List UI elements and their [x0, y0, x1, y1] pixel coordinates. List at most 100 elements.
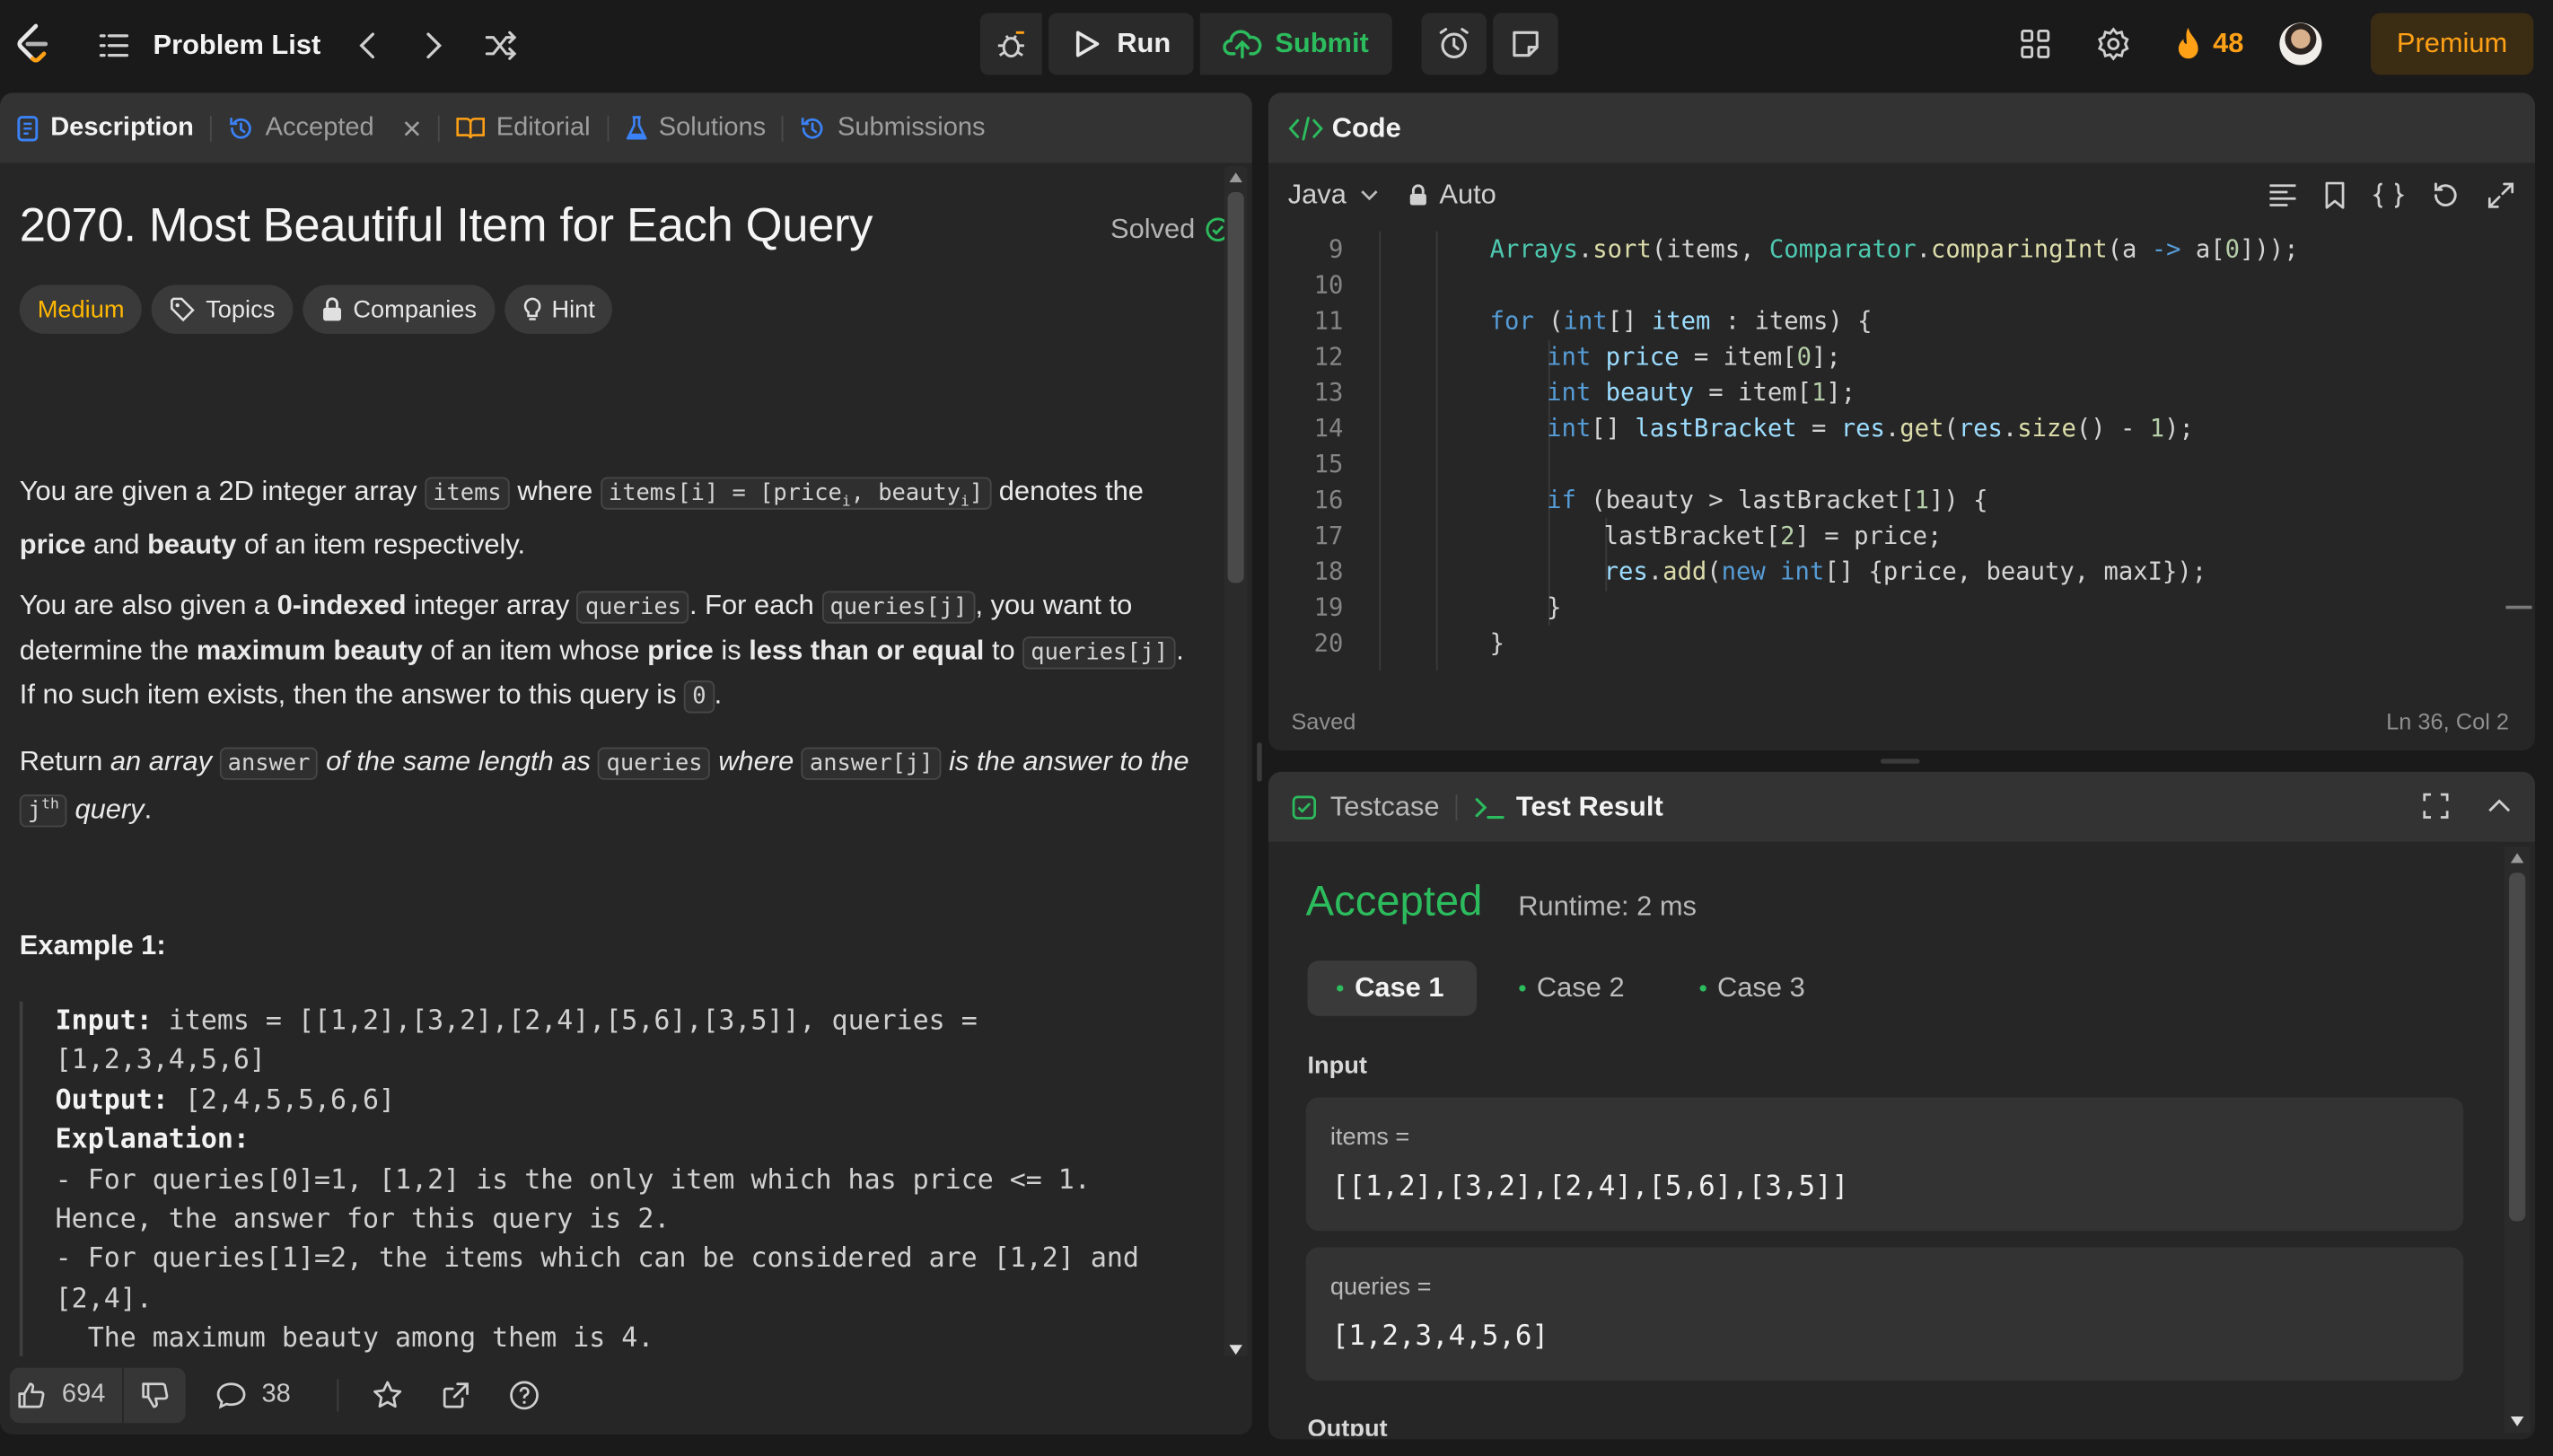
- case-tab-label: Case 2: [1536, 971, 1625, 1004]
- pass-dot: [1337, 985, 1344, 992]
- difficulty-badge: Medium: [19, 285, 143, 334]
- reset-icon[interactable]: [2431, 180, 2461, 210]
- description-tabbar: Description Accepted Editorial Solutions: [0, 92, 1252, 163]
- verdict-row: Accepted Runtime: 2 ms: [1306, 876, 1697, 926]
- dislike-button[interactable]: [123, 1381, 185, 1410]
- code-line: lastBracket[2] = price;: [1603, 521, 1943, 551]
- layout-grid-icon[interactable]: [2019, 28, 2051, 60]
- items-label: items =: [1329, 1123, 1410, 1152]
- expand-icon[interactable]: [2487, 180, 2516, 210]
- submit-button[interactable]: Submit: [1199, 13, 1392, 75]
- result-panel-actions: [2421, 792, 2513, 821]
- language-select[interactable]: Java: [1288, 180, 1379, 212]
- like-button[interactable]: 694: [10, 1381, 122, 1410]
- document-icon: [17, 115, 39, 141]
- timer-button[interactable]: [1420, 13, 1487, 75]
- comments-button[interactable]: 38: [215, 1381, 291, 1410]
- tab-accepted-label: Accepted: [265, 113, 374, 141]
- top-navbar: Problem List Run Submit 48 Premium: [0, 0, 2553, 92]
- tab-test-result[interactable]: Test Result: [1474, 791, 1663, 823]
- run-button[interactable]: Run: [1048, 13, 1194, 75]
- tab-accepted[interactable]: Accepted: [212, 92, 438, 162]
- help-question-icon[interactable]: [507, 1379, 540, 1411]
- tab-description-label: Description: [50, 113, 194, 141]
- leetcode-logo-icon[interactable]: [13, 22, 53, 65]
- description-scrollbar[interactable]: [1224, 166, 1248, 1362]
- vertical-splitter-handle[interactable]: [1880, 759, 1920, 764]
- scroll-thumb[interactable]: [1227, 192, 1244, 583]
- case-tab-label: Case 3: [1717, 971, 1805, 1004]
- code-line: Arrays.sort(items, Comparator.comparingI…: [1489, 234, 2299, 264]
- tab-testcase[interactable]: Testcase: [1291, 791, 1440, 823]
- tab-editorial[interactable]: Editorial: [439, 92, 606, 162]
- scroll-thumb[interactable]: [2509, 873, 2526, 1222]
- tab-solutions[interactable]: Solutions: [609, 92, 783, 162]
- code-line: res.add(new int[] {price, beauty, maxI})…: [1603, 557, 2207, 586]
- user-avatar[interactable]: [2279, 22, 2322, 66]
- problem-list-link[interactable]: Problem List: [153, 30, 320, 62]
- runtime-label: Runtime: 2 ms: [1518, 890, 1697, 922]
- code-editor[interactable]: 9 10 11 12 13 14 15 16 17 18 19 20 Array…: [1268, 231, 2505, 671]
- comment-count: 38: [261, 1381, 291, 1408]
- scroll-down-arrow-icon[interactable]: [1229, 1345, 1242, 1355]
- fullscreen-icon[interactable]: [2421, 792, 2451, 821]
- line-number: 14: [1313, 413, 1344, 443]
- code-line: int[] lastBracket = res.get(res.size() -…: [1547, 413, 2194, 443]
- tab-divider: [1455, 794, 1458, 820]
- scroll-up-arrow-icon[interactable]: [1229, 172, 1242, 183]
- history-icon: [802, 117, 824, 138]
- result-scrollbar[interactable]: [2504, 846, 2531, 1434]
- problem-list-icon[interactable]: [98, 31, 130, 60]
- lock-icon: [1409, 184, 1426, 206]
- tab-code[interactable]: Code: [1288, 111, 1401, 144]
- prev-problem-icon[interactable]: [356, 31, 379, 60]
- share-icon[interactable]: [439, 1379, 471, 1411]
- shuffle-icon[interactable]: [484, 31, 520, 60]
- history-icon: [230, 117, 251, 138]
- notes-button[interactable]: [1492, 13, 1558, 75]
- scroll-up-arrow-icon[interactable]: [2510, 853, 2524, 864]
- case-tab-3[interactable]: Case 3: [1670, 960, 1838, 1016]
- debug-button[interactable]: [979, 13, 1042, 75]
- example-title: Example 1:: [19, 929, 166, 961]
- auto-mode[interactable]: Auto: [1408, 180, 1496, 212]
- favorite-star-icon[interactable]: [371, 1379, 403, 1411]
- close-tab-icon[interactable]: [402, 118, 422, 138]
- solved-badge: Solved: [1110, 214, 1231, 246]
- tab-solutions-label: Solutions: [658, 113, 767, 141]
- tab-submissions[interactable]: Submissions: [784, 92, 1002, 162]
- companies-chip[interactable]: Companies: [303, 285, 495, 334]
- pass-dot: [1518, 985, 1526, 992]
- premium-button[interactable]: Premium: [2370, 13, 2534, 75]
- terminal-icon: [1475, 797, 1505, 819]
- code-brackets-icon: [1288, 116, 1323, 140]
- chevron-up-icon[interactable]: [2487, 792, 2513, 821]
- bookmark-icon[interactable]: [2323, 180, 2346, 210]
- hint-chip[interactable]: Hint: [504, 285, 613, 334]
- curly-braces-icon[interactable]: [2373, 180, 2405, 210]
- case-tabs: Case 1 Case 2 Case 3: [1307, 960, 1838, 1016]
- case-tab-1[interactable]: Case 1: [1307, 960, 1477, 1016]
- lock-icon: [322, 297, 341, 321]
- code-line: int beauty = item[1];: [1547, 377, 1856, 408]
- code-line: if (beauty > lastBracket[1]) {: [1547, 485, 1988, 515]
- tag-chips: Medium Topics Companies Hint: [19, 285, 613, 334]
- streak-counter[interactable]: 48: [2174, 26, 2243, 62]
- settings-gear-icon[interactable]: [2095, 26, 2131, 62]
- thumbs-up-icon: [18, 1382, 45, 1408]
- tab-test-result-label: Test Result: [1515, 790, 1663, 822]
- mode-label: Auto: [1439, 179, 1496, 210]
- tab-description[interactable]: Description: [16, 92, 210, 162]
- case-tab-2[interactable]: Case 2: [1489, 960, 1657, 1016]
- line-number: 11: [1313, 305, 1344, 336]
- checkbox-icon: [1292, 794, 1317, 819]
- horizontal-splitter-handle[interactable]: [1257, 742, 1262, 782]
- line-number: 12: [1313, 341, 1344, 372]
- code-panel: Code Java Auto 9 10 11 12 13 14 15 16 17…: [1268, 92, 2536, 751]
- next-problem-icon[interactable]: [422, 31, 444, 60]
- topics-chip[interactable]: Topics: [152, 285, 294, 334]
- problem-paragraph-2: You are also given a 0-indexed integer a…: [20, 584, 1196, 719]
- scroll-down-arrow-icon[interactable]: [2510, 1417, 2524, 1426]
- format-lines-icon[interactable]: [2268, 182, 2298, 208]
- companies-chip-label: Companies: [353, 295, 478, 324]
